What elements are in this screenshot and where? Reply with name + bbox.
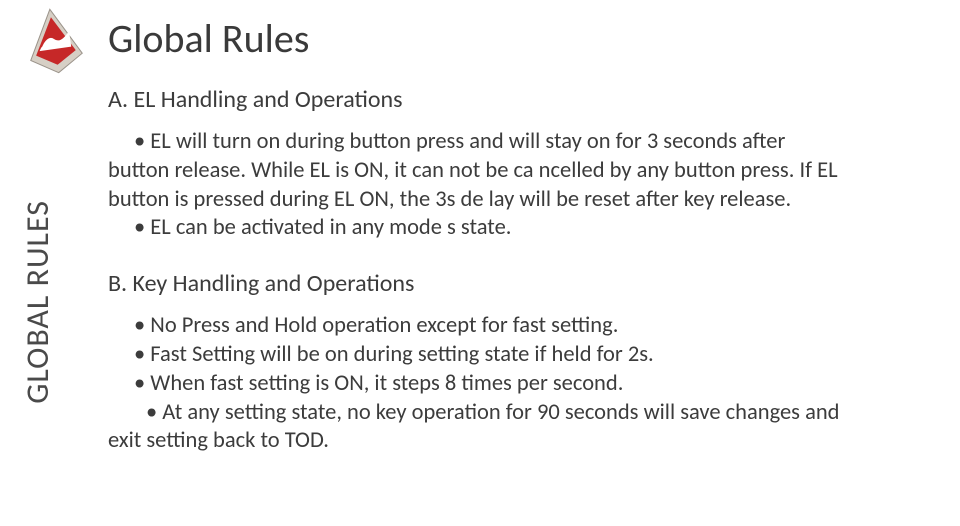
section-a-bullet-1-cont2: button is pressed during EL ON, the 3s d… — [108, 186, 938, 215]
section-b-bullet-1: No Press and Hold operation except for f… — [108, 312, 938, 341]
section-b-bullets: No Press and Hold operation except for f… — [108, 312, 938, 456]
section-a-bullets: EL will turn on during button press and … — [108, 128, 938, 243]
section-a-bullet-1-cont1: button release. While EL is ON, it can n… — [108, 157, 938, 186]
section-a-heading: A. EL Handling and Operations — [108, 85, 938, 114]
section-b-bullet-3: When fast setting is ON, it steps 8 time… — [108, 370, 938, 399]
page: GLOBAL RULES Global Rules A. EL Handling… — [0, 0, 960, 526]
section-b-bullet-4: At any setting state, no key operation f… — [108, 399, 938, 428]
sidebar-section-label-text: GLOBAL RULES — [18, 200, 57, 404]
sidebar-section-label: GLOBAL RULES — [18, 0, 57, 200]
section-b-bullet-4-cont: exit setting back to TOD. — [108, 427, 938, 456]
section-a-bullet-1: EL will turn on during button press and … — [108, 128, 938, 157]
section-b-bullet-2: Fast Setting will be on during setting s… — [108, 341, 938, 370]
section-a-bullet-2: EL can be activated in any mode s state. — [108, 214, 938, 243]
page-title: Global Rules — [108, 14, 938, 63]
content-area: Global Rules A. EL Handling and Operatio… — [108, 14, 938, 456]
section-b-heading: B. Key Handling and Operations — [108, 269, 938, 298]
